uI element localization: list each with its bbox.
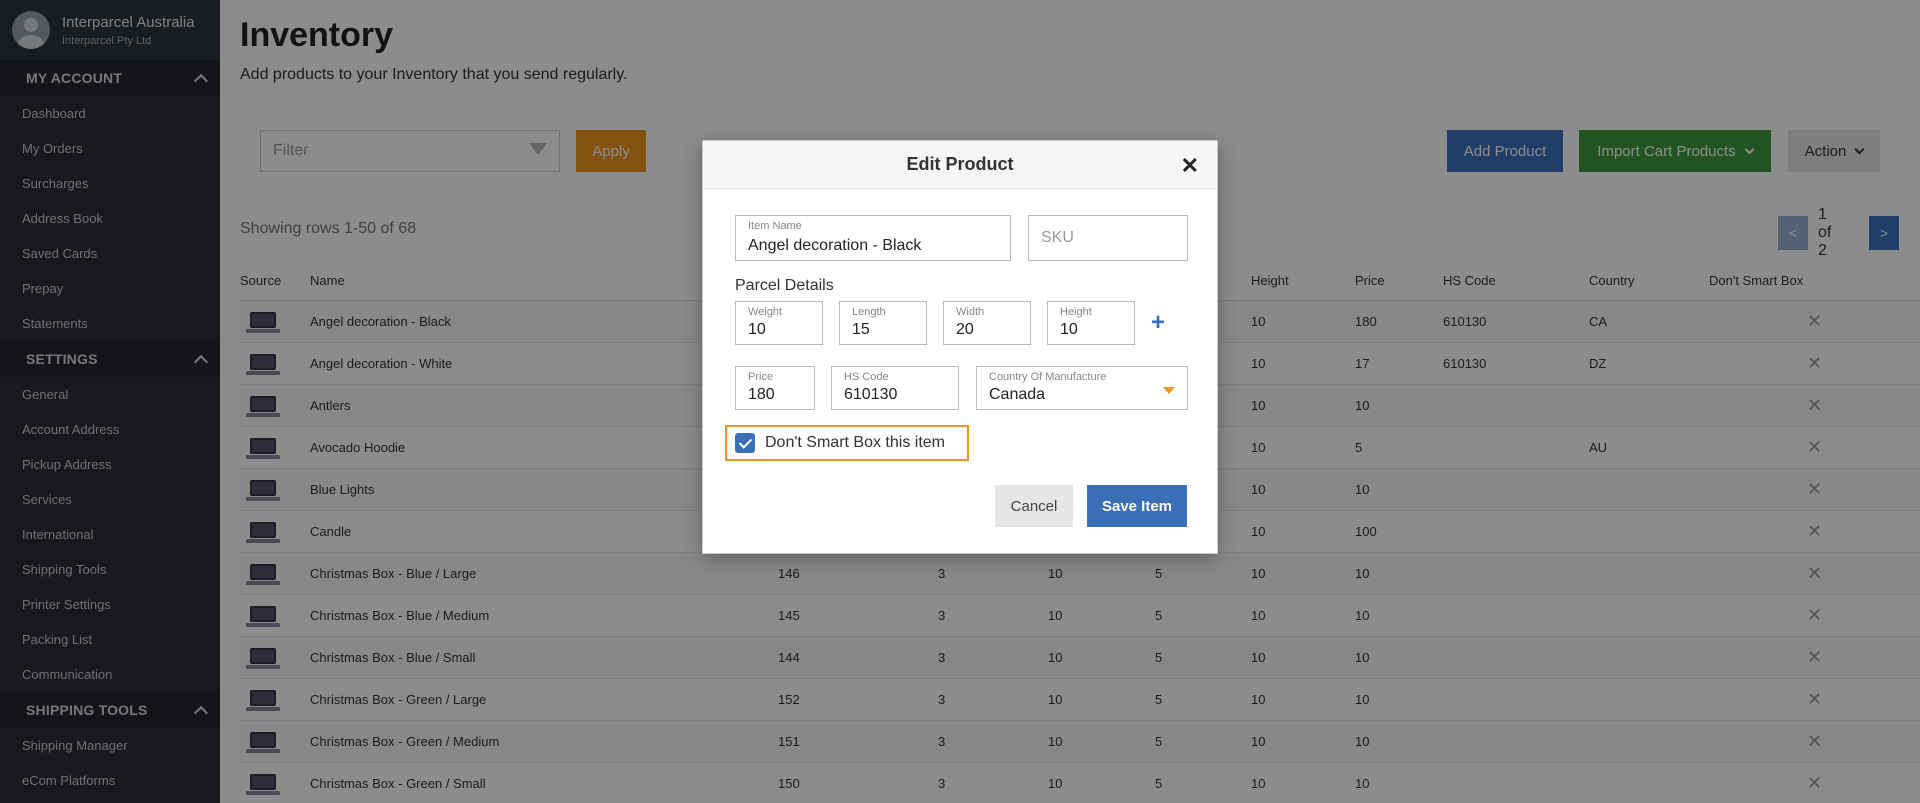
length-label: Length	[852, 306, 886, 318]
height-label: Height	[1060, 306, 1092, 318]
hs-code-field[interactable]: HS Code 610130	[831, 366, 959, 410]
add-dimension-icon[interactable]: +	[1151, 309, 1165, 337]
dont-smart-box-option[interactable]: Don't Smart Box this item	[725, 425, 969, 461]
item-name-label: Item Name	[748, 220, 802, 232]
close-icon[interactable]: ✕	[1181, 153, 1199, 179]
width-field[interactable]: Width 20	[943, 301, 1031, 345]
price-value: 180	[748, 386, 775, 403]
country-value: Canada	[989, 386, 1046, 403]
hs-code-label: HS Code	[844, 371, 889, 383]
edit-product-modal: Edit Product ✕ Item Name Angel decoratio…	[702, 140, 1218, 554]
parcel-details-label: Parcel Details	[735, 277, 834, 294]
checkbox-checked-icon[interactable]	[735, 433, 755, 453]
length-field[interactable]: Length 15	[839, 301, 927, 345]
country-of-manufacture-select[interactable]: Country Of Manufacture Canada	[976, 366, 1188, 410]
sku-field[interactable]: SKU	[1028, 215, 1188, 261]
price-label: Price	[748, 371, 774, 383]
width-value: 20	[956, 321, 974, 338]
country-label: Country Of Manufacture	[989, 371, 1107, 383]
hs-code-value: 610130	[844, 386, 898, 403]
modal-header: Edit Product ✕	[703, 141, 1217, 189]
sku-placeholder: SKU	[1041, 229, 1074, 246]
modal-title: Edit Product	[906, 154, 1014, 174]
cancel-button[interactable]: Cancel	[995, 485, 1073, 527]
dont-smart-box-label: Don't Smart Box this item	[765, 434, 945, 451]
length-value: 15	[852, 321, 870, 338]
dropdown-caret-icon	[1163, 387, 1175, 394]
weight-value: 10	[748, 321, 766, 338]
height-value: 10	[1060, 321, 1078, 338]
save-item-button[interactable]: Save Item	[1087, 485, 1187, 527]
item-name-value: Angel decoration - Black	[748, 237, 922, 254]
height-field[interactable]: Height 10	[1047, 301, 1135, 345]
weight-label: Weight	[748, 306, 783, 318]
item-name-field[interactable]: Item Name Angel decoration - Black	[735, 215, 1011, 261]
weight-field[interactable]: Weight 10	[735, 301, 823, 345]
width-label: Width	[956, 306, 985, 318]
price-field[interactable]: Price 180	[735, 366, 815, 410]
